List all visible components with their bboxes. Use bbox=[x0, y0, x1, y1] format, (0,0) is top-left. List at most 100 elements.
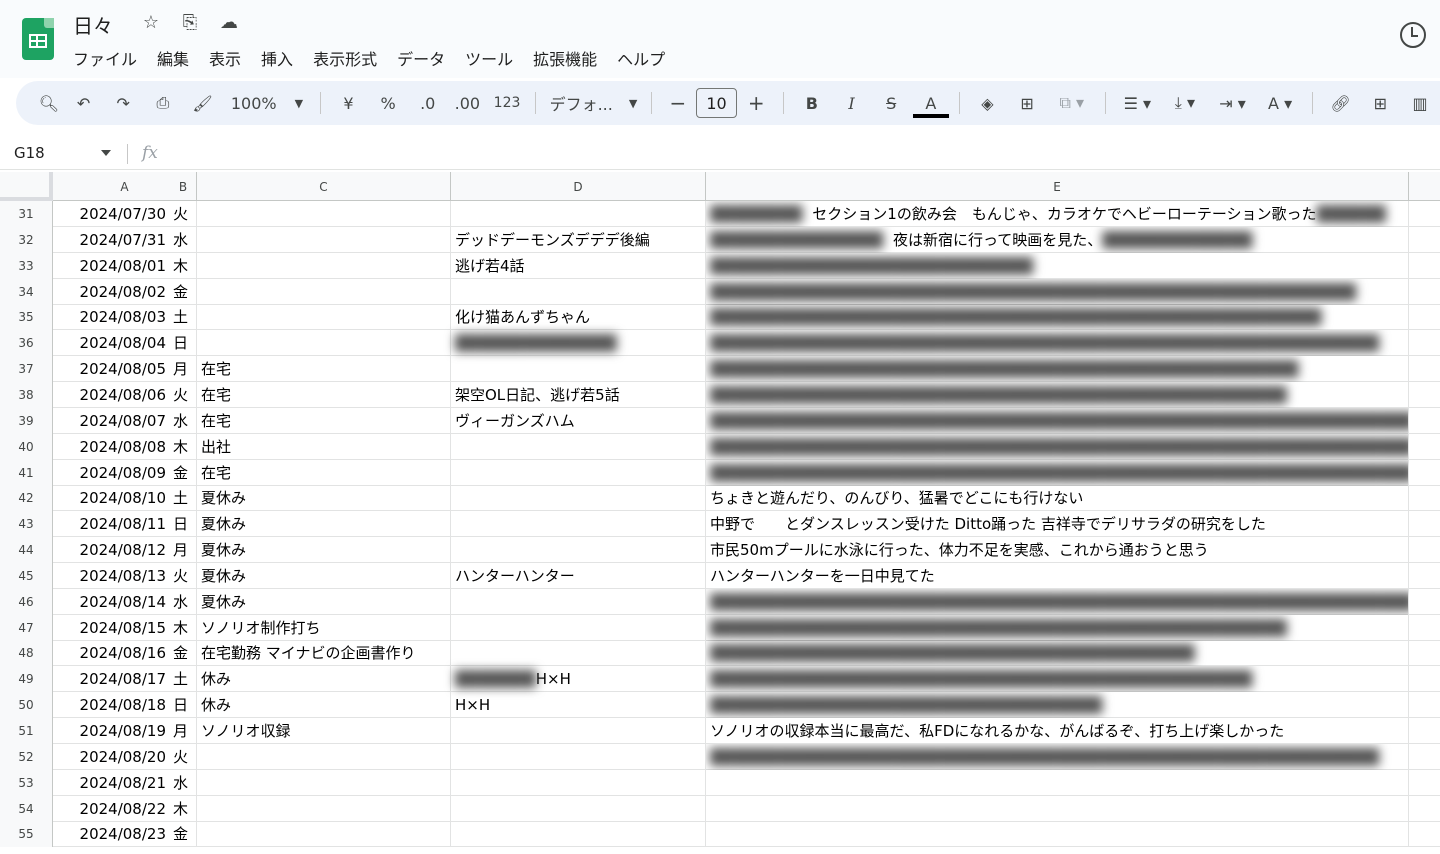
cell-status[interactable] bbox=[197, 252, 451, 279]
cell-weekday[interactable]: 月 bbox=[170, 537, 197, 564]
strikethrough-button[interactable]: S bbox=[871, 87, 911, 119]
row-number[interactable]: 48 bbox=[0, 640, 53, 667]
cell-diary[interactable] bbox=[706, 769, 1409, 796]
search-menus-icon[interactable]: 🔍︎ bbox=[34, 87, 64, 119]
cell-status[interactable] bbox=[197, 201, 451, 227]
column-header-c[interactable]: C bbox=[197, 172, 451, 201]
increase-decimal-button[interactable]: .00 bbox=[448, 87, 488, 119]
menu-item[interactable]: 編集 bbox=[147, 44, 199, 72]
chevron-down-icon[interactable] bbox=[101, 150, 111, 156]
document-title[interactable]: 日々 bbox=[73, 10, 113, 39]
row-number[interactable]: 34 bbox=[0, 278, 53, 305]
menu-item[interactable]: 挿入 bbox=[251, 44, 303, 72]
cell-status[interactable]: ソノリオ制作打ち bbox=[197, 614, 451, 641]
cell-status[interactable] bbox=[197, 821, 451, 848]
cell-diary[interactable] bbox=[706, 821, 1409, 848]
increase-font-size-icon[interactable]: + bbox=[737, 87, 775, 119]
italic-button[interactable]: I bbox=[832, 87, 872, 119]
cell-diary[interactable]: ████████████████████████████████████████… bbox=[706, 614, 1409, 641]
cell-media[interactable] bbox=[451, 588, 706, 615]
move-to-drive-icon[interactable]: ⎘ bbox=[178, 12, 202, 36]
insert-link-icon[interactable]: 🔗︎ bbox=[1321, 87, 1361, 119]
insert-comment-icon[interactable]: ⊞ bbox=[1361, 87, 1401, 119]
row-number[interactable]: 31 bbox=[0, 201, 53, 227]
row-number[interactable]: 38 bbox=[0, 381, 53, 408]
history-icon[interactable] bbox=[1400, 22, 1426, 48]
menu-item[interactable]: データ bbox=[387, 44, 455, 72]
cell-weekday[interactable]: 月 bbox=[170, 718, 197, 744]
cell-weekday[interactable]: 土 bbox=[170, 304, 197, 331]
row-number[interactable]: 54 bbox=[0, 795, 53, 822]
cell-status[interactable] bbox=[197, 278, 451, 305]
cell-media[interactable] bbox=[451, 821, 706, 848]
text-rotation-icon[interactable]: A ▾ bbox=[1256, 87, 1304, 119]
cell-status[interactable]: 在宅 bbox=[197, 459, 451, 486]
cell-weekday[interactable]: 火 bbox=[170, 201, 197, 227]
cell-media[interactable]: 逃げ若4話 bbox=[451, 252, 706, 279]
column-header-e[interactable]: E bbox=[706, 172, 1409, 201]
cell-media[interactable] bbox=[451, 201, 706, 227]
cell-weekday[interactable]: 日 bbox=[170, 692, 197, 719]
borders-icon[interactable]: ⊞ bbox=[1007, 87, 1047, 119]
cell-media[interactable] bbox=[451, 743, 706, 770]
cell-status[interactable]: 夏休み bbox=[197, 511, 451, 538]
cell-status[interactable]: ソノリオ収録 bbox=[197, 718, 451, 744]
cell-weekday[interactable]: 火 bbox=[170, 743, 197, 770]
row-number[interactable]: 44 bbox=[0, 537, 53, 564]
cell-status[interactable]: 夏休み bbox=[197, 537, 451, 564]
row-number[interactable]: 32 bbox=[0, 226, 53, 253]
column-header-d[interactable]: D bbox=[451, 172, 706, 201]
cell-media[interactable] bbox=[451, 459, 706, 486]
star-icon[interactable]: ☆ bbox=[139, 12, 163, 36]
column-header-b[interactable]: B bbox=[170, 172, 197, 201]
cell-diary[interactable]: ████████████████████████████████████████… bbox=[706, 743, 1409, 770]
cell-status[interactable] bbox=[197, 743, 451, 770]
cell-diary[interactable]: ██████████████████████████████████ bbox=[706, 692, 1409, 719]
cell-weekday[interactable]: 木 bbox=[170, 795, 197, 822]
cell-status[interactable]: 在宅 bbox=[197, 407, 451, 434]
cell-status[interactable]: 在宅 bbox=[197, 356, 451, 383]
cell-status[interactable]: 出社 bbox=[197, 433, 451, 460]
cell-status[interactable]: 休み bbox=[197, 692, 451, 719]
percent-format-button[interactable]: % bbox=[368, 87, 408, 119]
row-number[interactable]: 45 bbox=[0, 562, 53, 589]
cell-diary[interactable]: ████████████████████████████████████████… bbox=[706, 356, 1409, 383]
name-box[interactable]: G18 bbox=[14, 144, 45, 162]
cell-diary[interactable]: ████████████████████████████ bbox=[706, 252, 1409, 279]
cell-weekday[interactable]: 木 bbox=[170, 252, 197, 279]
font-size-input[interactable]: 10 bbox=[695, 88, 738, 118]
cell-diary[interactable]: ████████████████████████████████████████… bbox=[706, 588, 1409, 615]
row-number[interactable]: 53 bbox=[0, 769, 53, 796]
cell-diary[interactable]: ████████████████████████████████████████… bbox=[706, 330, 1409, 357]
row-number[interactable]: 46 bbox=[0, 588, 53, 615]
cell-media[interactable]: ヴィーガンズハム bbox=[451, 407, 706, 434]
cell-weekday[interactable]: 月 bbox=[170, 356, 197, 383]
row-number[interactable]: 43 bbox=[0, 511, 53, 538]
cell-weekday[interactable]: 水 bbox=[170, 226, 197, 253]
row-number[interactable]: 42 bbox=[0, 485, 53, 512]
cell-diary[interactable] bbox=[706, 795, 1409, 822]
cell-diary[interactable]: ████████████████████████████████████████… bbox=[706, 304, 1409, 331]
cell-media[interactable] bbox=[451, 795, 706, 822]
redo-icon[interactable]: ↷ bbox=[103, 87, 143, 119]
fill-color-icon[interactable]: ◈ bbox=[968, 87, 1008, 119]
row-number[interactable]: 37 bbox=[0, 356, 53, 383]
row-number[interactable]: 39 bbox=[0, 407, 53, 434]
currency-format-button[interactable]: ¥ bbox=[329, 87, 369, 119]
cell-media[interactable] bbox=[451, 356, 706, 383]
cell-media[interactable]: 化け猫あんずちゃん bbox=[451, 304, 706, 331]
cell-weekday[interactable]: 水 bbox=[170, 588, 197, 615]
menu-item[interactable]: ツール bbox=[455, 44, 523, 72]
menu-item[interactable]: 表示形式 bbox=[303, 44, 387, 72]
cell-diary[interactable]: ████████████████████████████████████████… bbox=[706, 459, 1409, 486]
cell-weekday[interactable]: 金 bbox=[170, 640, 197, 667]
cell-weekday[interactable]: 火 bbox=[170, 562, 197, 589]
cell-status[interactable] bbox=[197, 795, 451, 822]
cell-media[interactable] bbox=[451, 278, 706, 305]
row-number[interactable]: 47 bbox=[0, 614, 53, 641]
cell-status[interactable]: 夏休み bbox=[197, 485, 451, 512]
menu-item[interactable]: ヘルプ bbox=[607, 44, 675, 72]
cell-weekday[interactable]: 金 bbox=[170, 459, 197, 486]
cell-status[interactable] bbox=[197, 226, 451, 253]
merge-cells-icon[interactable]: ⧉ ▾ bbox=[1047, 87, 1097, 119]
